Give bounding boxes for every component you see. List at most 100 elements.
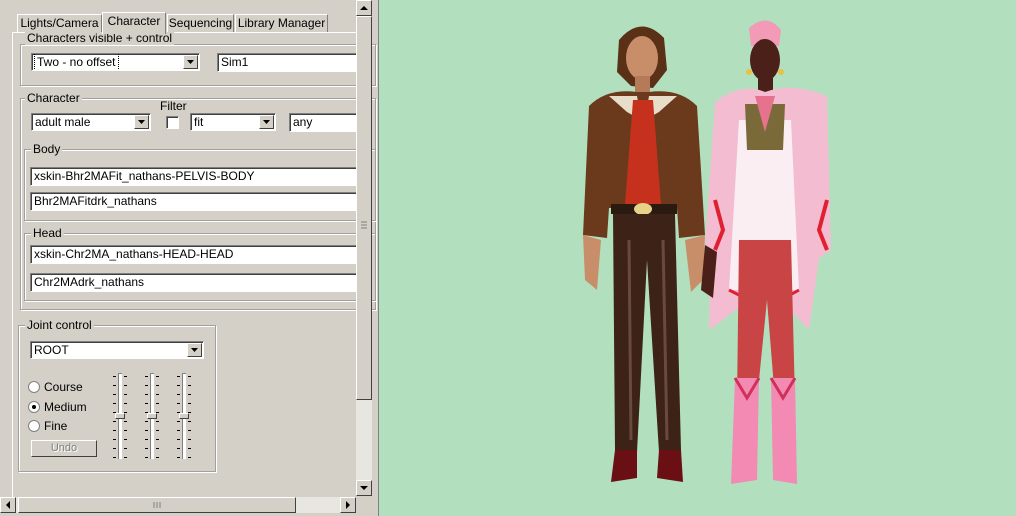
- dropdown-button[interactable]: [183, 55, 198, 69]
- chevron-down-icon: [187, 60, 194, 64]
- slider-tick: [177, 430, 180, 431]
- slider-tick: [156, 403, 159, 404]
- body-legend: Body: [31, 142, 63, 156]
- slider-tick: [177, 439, 180, 440]
- tab-library-manager[interactable]: Library Manager: [235, 14, 328, 32]
- slider-tick: [113, 457, 116, 458]
- radio-course[interactable]: [28, 381, 40, 393]
- grip-icon: [361, 221, 367, 229]
- tab-sequencing[interactable]: Sequencing: [167, 14, 234, 32]
- visibility-mode-value: Two - no offset: [34, 54, 119, 70]
- slider-tick: [124, 394, 127, 395]
- body-skin-field[interactable]: xskin-Bhr2MAFit_nathans-PELVIS-BODY: [30, 167, 356, 186]
- slider-tick: [113, 385, 116, 386]
- slider-tick: [124, 385, 127, 386]
- scroll-left-button[interactable]: [0, 497, 16, 513]
- chevron-down-icon: [263, 120, 270, 124]
- slider-tick: [156, 385, 159, 386]
- dropdown-button[interactable]: [134, 115, 149, 129]
- scroll-up-button[interactable]: [356, 0, 372, 16]
- slider-tick: [113, 430, 116, 431]
- male-character-figure[interactable]: [583, 26, 705, 482]
- slider-tick: [124, 421, 127, 422]
- arrow-up-icon: [360, 6, 368, 10]
- head-texture-field[interactable]: Chr2MAdrk_nathans: [30, 273, 356, 292]
- tab-label: Sequencing: [168, 16, 233, 30]
- control-panel: Lights/Camera Character Sequencing Libra…: [0, 0, 376, 516]
- tab-label: Lights/Camera: [20, 16, 99, 30]
- slider-tick: [188, 430, 191, 431]
- joint-select[interactable]: ROOT: [30, 341, 204, 359]
- dropdown-button[interactable]: [187, 343, 202, 357]
- horizontal-scroll-thumb[interactable]: [18, 497, 296, 513]
- joint-control-legend: Joint control: [25, 318, 94, 332]
- slider-tick: [177, 376, 180, 377]
- slider-tick: [145, 412, 148, 413]
- body-texture-field[interactable]: Bhr2MAFitdrk_nathans: [30, 192, 356, 211]
- slider-tick: [113, 412, 116, 413]
- slider-x-thumb[interactable]: [115, 413, 125, 419]
- slider-tick: [145, 403, 148, 404]
- slider-tick: [177, 403, 180, 404]
- scroll-down-button[interactable]: [356, 480, 372, 496]
- character-legend: Character: [25, 91, 82, 105]
- slider-z-thumb[interactable]: [179, 413, 189, 419]
- slider-tick: [188, 385, 191, 386]
- chevron-down-icon: [138, 120, 145, 124]
- slider-tick: [145, 448, 148, 449]
- filter-select[interactable]: fit: [190, 113, 276, 131]
- slider-tick: [156, 421, 159, 422]
- chevron-down-icon: [191, 348, 198, 352]
- slider-tick: [156, 430, 159, 431]
- slider-tick: [188, 439, 191, 440]
- slider-tick: [177, 394, 180, 395]
- slider-tick: [124, 439, 127, 440]
- character-type-select[interactable]: adult male: [31, 113, 151, 131]
- vertical-scroll-thumb[interactable]: [356, 16, 372, 400]
- slider-tick: [177, 457, 180, 458]
- filter-checkbox[interactable]: [166, 116, 179, 129]
- sim-name-field[interactable]: Sim1: [217, 53, 356, 72]
- radio-medium-label: Medium: [44, 400, 87, 414]
- filter-any-field[interactable]: any: [289, 113, 356, 132]
- slider-tick: [113, 448, 116, 449]
- grip-icon: [153, 502, 161, 508]
- arrow-right-icon: [346, 501, 350, 509]
- slider-tick: [188, 457, 191, 458]
- slider-tick: [113, 403, 116, 404]
- filter-value: fit: [194, 115, 204, 129]
- slider-tick: [124, 412, 127, 413]
- slider-tick: [177, 385, 180, 386]
- slider-y-thumb[interactable]: [147, 413, 157, 419]
- radio-medium[interactable]: [28, 401, 40, 413]
- slider-tick: [145, 457, 148, 458]
- slider-tick: [124, 448, 127, 449]
- slider-tick: [177, 421, 180, 422]
- 3d-viewport[interactable]: [378, 0, 1016, 516]
- head-skin-field[interactable]: xskin-Chr2MA_nathans-HEAD-HEAD: [30, 245, 356, 264]
- dropdown-button[interactable]: [259, 115, 274, 129]
- tab-label: Character: [107, 14, 161, 28]
- visibility-mode-select[interactable]: Two - no offset: [31, 53, 200, 71]
- tab-lights-camera[interactable]: Lights/Camera: [17, 14, 102, 32]
- filter-label: Filter: [158, 99, 189, 113]
- radio-fine[interactable]: [28, 420, 40, 432]
- tab-character[interactable]: Character: [102, 12, 166, 34]
- slider-tick: [113, 421, 116, 422]
- horizontal-scrollbar[interactable]: [0, 497, 356, 513]
- slider-tick: [188, 448, 191, 449]
- female-character-figure[interactable]: [701, 20, 831, 484]
- undo-button[interactable]: Undo: [31, 440, 97, 457]
- slider-tick: [113, 394, 116, 395]
- slider-tick: [156, 376, 159, 377]
- slider-tick: [188, 403, 191, 404]
- slider-tick: [145, 430, 148, 431]
- slider-tick: [188, 394, 191, 395]
- scroll-right-button[interactable]: [340, 497, 356, 513]
- slider-tick: [124, 457, 127, 458]
- radio-course-label: Course: [44, 380, 83, 394]
- vertical-scrollbar[interactable]: [356, 0, 372, 496]
- slider-tick: [145, 376, 148, 377]
- character-type-value: adult male: [35, 115, 91, 129]
- slider-tick: [156, 448, 159, 449]
